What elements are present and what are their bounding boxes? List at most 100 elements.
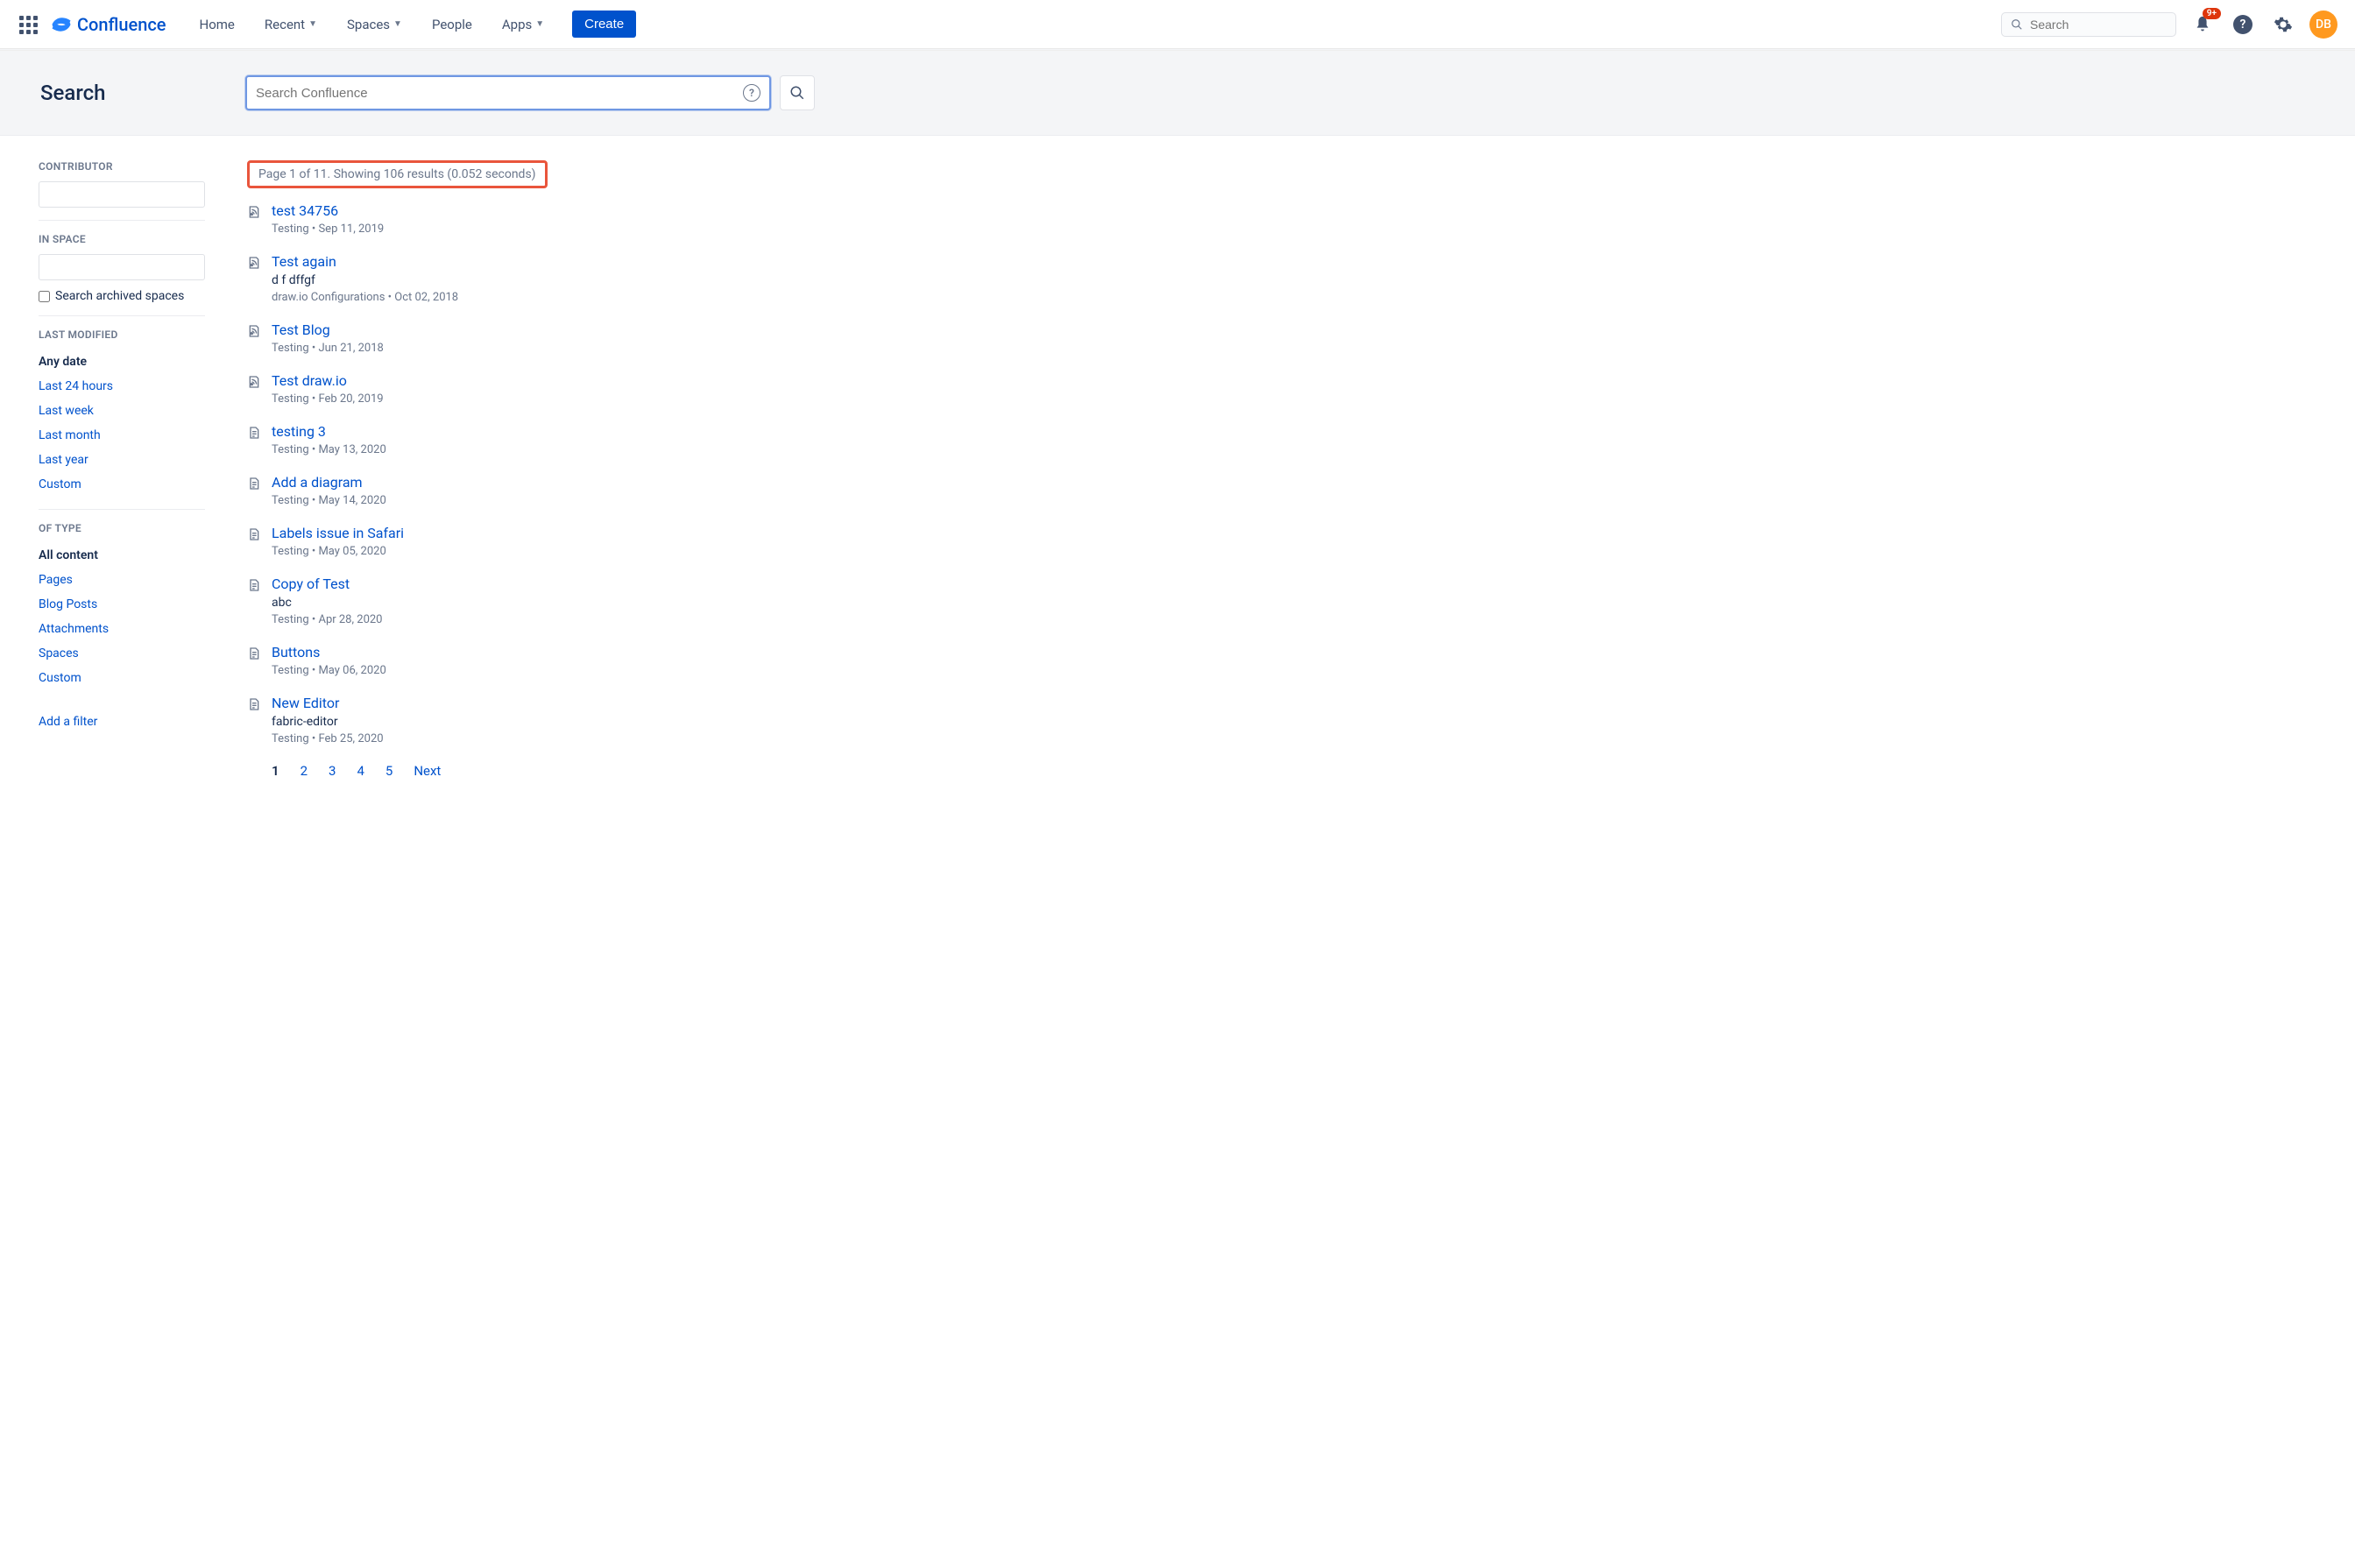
result-meta: draw.io Configurations • Oct 02, 2018 <box>272 291 458 304</box>
page-result-icon <box>247 646 261 660</box>
filter-contributor-input[interactable] <box>39 181 205 208</box>
top-navigation: Confluence Home Recent ▼ Spaces ▼ People… <box>0 0 2355 49</box>
result-item: Test Blog Testing • Jun 21, 2018 <box>247 321 2316 355</box>
filter-in-space-input[interactable] <box>39 254 205 280</box>
filter-last-modified-option[interactable]: Last week <box>39 399 205 423</box>
app-switcher-icon[interactable] <box>18 14 39 35</box>
result-meta: Testing • Feb 20, 2019 <box>272 392 384 406</box>
page-link[interactable]: 5 <box>385 763 392 779</box>
help-icon[interactable]: ? <box>2229 11 2257 39</box>
page-result-icon <box>247 477 261 491</box>
filter-of-type-option[interactable]: Pages <box>39 568 205 592</box>
page-link[interactable]: 4 <box>357 763 364 779</box>
filter-archived-checkbox[interactable]: Search archived spaces <box>39 289 205 303</box>
filter-last-modified-option[interactable]: Last year <box>39 448 205 472</box>
result-meta: Testing • Jun 21, 2018 <box>272 342 384 355</box>
nav-recent[interactable]: Recent ▼ <box>254 10 328 39</box>
search-icon <box>2011 18 2023 32</box>
page-result-icon <box>247 578 261 592</box>
archived-checkbox-input[interactable] <box>39 291 50 302</box>
filter-of-type-option[interactable]: Attachments <box>39 617 205 641</box>
filter-last-modified-option[interactable]: Custom <box>39 472 205 497</box>
confluence-icon <box>51 14 72 35</box>
add-filter-link[interactable]: Add a filter <box>39 715 205 729</box>
global-search-input[interactable] <box>2030 18 2167 32</box>
filters-sidebar: CONTRIBUTOR IN SPACE Search archived spa… <box>39 160 205 779</box>
blog-result-icon <box>247 256 261 270</box>
page-icon <box>247 426 261 440</box>
chevron-down-icon: ▼ <box>308 19 317 29</box>
filter-contributor-label: CONTRIBUTOR <box>39 160 205 173</box>
search-input[interactable] <box>256 86 743 101</box>
filter-of-type-option[interactable]: Spaces <box>39 641 205 666</box>
result-title-link[interactable]: Labels issue in Safari <box>272 525 404 541</box>
result-title-link[interactable]: Test again <box>272 253 458 270</box>
filter-last-modified-option[interactable]: Last 24 hours <box>39 374 205 399</box>
page-result-icon <box>247 527 261 541</box>
result-item: Add a diagram Testing • May 14, 2020 <box>247 474 2316 507</box>
filter-of-type-option[interactable]: Blog Posts <box>39 592 205 617</box>
page-result-icon <box>247 426 261 440</box>
user-avatar[interactable]: DB <box>2309 11 2337 39</box>
page-link[interactable]: 3 <box>329 763 336 779</box>
search-header: Search ? <box>0 51 2355 136</box>
result-excerpt: abc <box>272 596 383 610</box>
nav-people[interactable]: People <box>421 10 483 39</box>
result-meta: Testing • Sep 11, 2019 <box>272 222 384 236</box>
search-icon <box>789 85 805 101</box>
page-result-icon <box>247 697 261 711</box>
result-item: New Editorfabric-editorTesting • Feb 25,… <box>247 695 2316 745</box>
search-box[interactable]: ? <box>245 75 771 110</box>
notification-badge: 9+ <box>2203 8 2221 19</box>
search-help-icon[interactable]: ? <box>743 84 760 102</box>
result-meta: Testing • May 14, 2020 <box>272 494 386 507</box>
result-title-link[interactable]: Test draw.io <box>272 372 384 389</box>
filter-last-modified-option[interactable]: Last month <box>39 423 205 448</box>
result-meta: Testing • May 13, 2020 <box>272 443 386 456</box>
filter-of-type-option[interactable]: All content <box>39 543 205 568</box>
result-title-link[interactable]: Add a diagram <box>272 474 386 491</box>
nav-apps[interactable]: Apps ▼ <box>492 10 555 39</box>
filter-last-modified-option[interactable]: Any date <box>39 350 205 374</box>
result-item: ButtonsTesting • May 06, 2020 <box>247 644 2316 677</box>
brand-logo[interactable]: Confluence <box>51 14 166 35</box>
result-title-link[interactable]: New Editor <box>272 695 384 711</box>
result-title-link[interactable]: test 34756 <box>272 202 384 219</box>
blog-icon <box>247 324 261 338</box>
page-next-link[interactable]: Next <box>414 763 441 779</box>
page-icon <box>247 646 261 660</box>
result-meta: Testing • May 05, 2020 <box>272 545 404 558</box>
global-search[interactable] <box>2001 12 2176 37</box>
nav-home[interactable]: Home <box>189 10 245 39</box>
results-summary: Page 1 of 11. Showing 106 results (0.052… <box>258 167 536 181</box>
result-meta: Testing • Feb 25, 2020 <box>272 732 384 745</box>
filter-of-type-option[interactable]: Custom <box>39 666 205 690</box>
blog-icon <box>247 256 261 270</box>
create-button[interactable]: Create <box>572 11 636 38</box>
page-link[interactable]: 2 <box>301 763 308 779</box>
result-item: test 34756 Testing • Sep 11, 2019 <box>247 202 2316 236</box>
result-title-link[interactable]: Test Blog <box>272 321 384 338</box>
filter-of-type-label: OF TYPE <box>39 522 205 534</box>
page-icon <box>247 578 261 592</box>
settings-icon[interactable] <box>2269 11 2297 39</box>
result-title-link[interactable]: Copy of Test <box>272 576 383 592</box>
result-title-link[interactable]: testing 3 <box>272 423 386 440</box>
page-title: Search <box>40 81 224 105</box>
blog-icon <box>247 205 261 219</box>
search-submit-button[interactable] <box>780 75 815 110</box>
blog-result-icon <box>247 324 261 338</box>
result-excerpt: d f dffgf <box>272 273 458 287</box>
blog-icon <box>247 375 261 389</box>
page-icon <box>247 527 261 541</box>
blog-result-icon <box>247 375 261 389</box>
page-link[interactable]: 1 <box>272 763 279 779</box>
result-title-link[interactable]: Buttons <box>272 644 386 660</box>
result-item: testing 3 Testing • May 13, 2020 <box>247 423 2316 456</box>
brand-name: Confluence <box>77 14 166 35</box>
nav-spaces[interactable]: Spaces ▼ <box>336 10 413 39</box>
result-meta: Testing • Apr 28, 2020 <box>272 613 383 626</box>
notifications-icon[interactable]: 9+ <box>2189 11 2217 39</box>
search-results: Page 1 of 11. Showing 106 results (0.052… <box>247 160 2316 779</box>
result-item: Labels issue in Safari Testing • May 05, … <box>247 525 2316 558</box>
